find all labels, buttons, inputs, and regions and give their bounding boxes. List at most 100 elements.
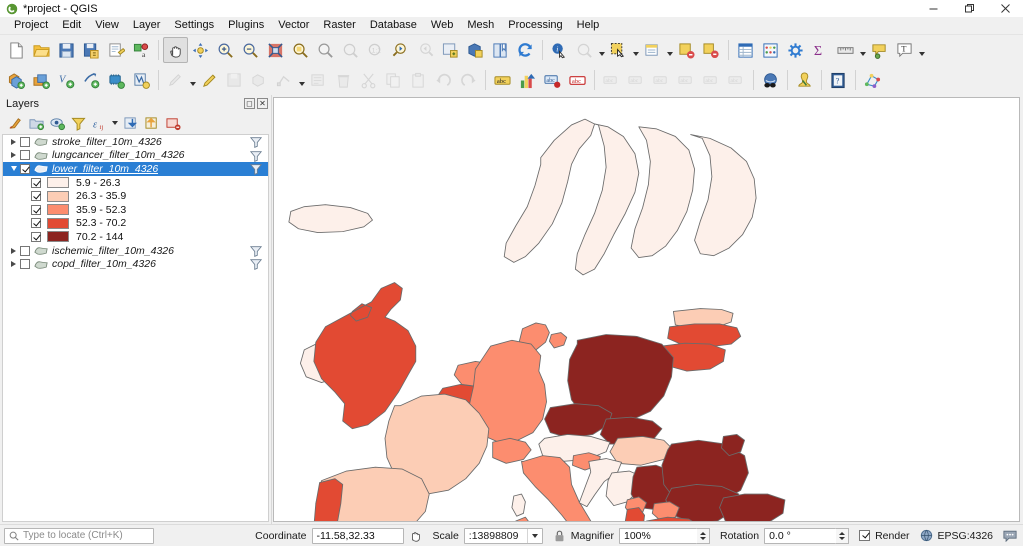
symbology-class-checkbox[interactable] [31,177,41,188]
deselect-features-icon[interactable] [674,37,699,63]
layer-row-ischemic_filter_10m_4326[interactable]: ischemic_filter_10m_4326 [3,244,268,258]
add-wms-layer-icon[interactable] [129,67,154,93]
new-3d-map-view-icon[interactable] [463,37,488,63]
layer-visibility-checkbox[interactable] [20,136,30,147]
rotation-value[interactable]: 0.0 ° [764,527,837,544]
zoom-previous-icon[interactable] [388,37,413,63]
vertex-tool-icon[interactable] [272,67,297,93]
symbology-class-row[interactable]: 35.9 - 52.3 [3,203,268,217]
label-properties-icon[interactable]: abc [699,67,724,93]
toggle-editing-icon[interactable] [197,67,222,93]
add-vector-layer-icon[interactable] [4,67,29,93]
layer-row-stroke_filter_10m_4326[interactable]: stroke_filter_10m_4326 [3,135,268,149]
layer-filter-icon[interactable] [250,258,262,271]
statistical-summary-icon[interactable]: Σ [808,37,833,63]
field-calculator-icon[interactable] [758,37,783,63]
copy-features-icon[interactable] [381,67,406,93]
modify-attributes-icon[interactable] [306,67,331,93]
remove-layer-icon[interactable] [163,113,183,133]
layer-expander-icon[interactable] [7,258,20,271]
menu-vector[interactable]: Vector [271,17,316,34]
expand-all-icon[interactable] [121,113,141,133]
menu-layer[interactable]: Layer [126,17,168,34]
map-canvas[interactable] [273,97,1020,522]
symbology-class-row[interactable]: 5.9 - 26.3 [3,176,268,190]
show-hide-labels-icon[interactable]: abc [599,67,624,93]
layer-row-lungcancer_filter_10m_4326[interactable]: lungcancer_filter_10m_4326 [3,149,268,163]
layer-filter-icon[interactable] [250,136,262,148]
deselect-all-icon[interactable] [699,37,724,63]
measure-line-icon[interactable] [572,37,597,63]
refresh-icon[interactable] [513,37,538,63]
messages-group[interactable] [1003,529,1017,542]
coordinate-value[interactable]: -11.58,32.33 [311,527,404,544]
symbology-class-row[interactable]: 52.3 - 70.2 [3,217,268,231]
render-checkbox[interactable] [859,530,871,541]
menu-mesh[interactable]: Mesh [460,17,501,34]
pin-labels-icon[interactable]: abc [565,67,590,93]
measure-icon[interactable] [833,37,858,63]
rotation-stepper[interactable] [836,527,850,544]
processing-toolbox-icon[interactable] [783,37,808,63]
zoom-to-layer-icon[interactable] [313,37,338,63]
layer-visibility-checkbox[interactable] [20,163,30,174]
layer-row-lower_filter_10m_4326[interactable]: lower_filter_10m_4326 [3,162,268,176]
menu-edit[interactable]: Edit [55,17,88,34]
add-delimited-text-icon[interactable]: V [54,67,79,93]
layer-filter-icon[interactable] [250,163,262,176]
save-layer-edits-icon[interactable] [222,67,247,93]
identify-features-icon[interactable]: i [547,37,572,63]
add-spatialite-layer-icon[interactable] [104,67,129,93]
georeferencer-icon[interactable] [860,67,885,93]
layer-row-copd_filter_10m_4326[interactable]: copd_filter_10m_4326 [3,257,268,271]
symbology-class-checkbox[interactable] [31,204,41,215]
symbology-class-row[interactable]: 26.3 - 35.9 [3,189,268,203]
select-by-value-icon[interactable] [640,37,665,63]
magnifier-stepper[interactable] [696,527,710,544]
layer-visibility-checkbox[interactable] [20,259,30,270]
undock-panel-icon[interactable]: ◻ [244,98,255,109]
restore-button[interactable] [951,0,987,17]
magnifier-value[interactable]: 100% [618,527,697,544]
menu-settings[interactable]: Settings [167,17,221,34]
pan-to-selection-icon[interactable] [188,37,213,63]
menu-project[interactable]: Project [7,17,55,34]
layer-tree[interactable]: stroke_filter_10m_4326 lungcancer_filter_… [2,134,269,522]
menu-database[interactable]: Database [363,17,424,34]
open-layer-styling-panel-icon[interactable] [5,113,25,133]
add-postgis-layer-icon[interactable] [79,67,104,93]
new-bookmark-icon[interactable] [488,37,513,63]
delete-selected-icon[interactable] [331,67,356,93]
symbology-class-checkbox[interactable] [31,231,41,242]
expression-dropdown-caret-icon[interactable] [110,113,120,133]
zoom-last-icon[interactable]: 1:1 [363,37,388,63]
symbology-class-checkbox[interactable] [31,218,41,229]
select-features-icon[interactable] [606,37,631,63]
add-raster-layer-icon[interactable] [29,67,54,93]
layer-visibility-checkbox[interactable] [20,150,30,161]
zoom-in-icon[interactable] [213,37,238,63]
manage-map-themes-icon[interactable] [47,113,67,133]
plugin-manager-icon[interactable] [792,67,817,93]
new-print-layout-icon[interactable] [104,37,129,63]
chevron-down-icon[interactable] [526,528,542,543]
menu-plugins[interactable]: Plugins [221,17,271,34]
add-feature-icon[interactable] [247,67,272,93]
pan-map-icon[interactable] [163,37,188,63]
diagram-layer-icon[interactable] [515,67,540,93]
layer-expander-icon[interactable] [7,135,20,148]
zoom-out-icon[interactable] [238,37,263,63]
messages-icon[interactable] [1003,529,1017,542]
open-project-icon[interactable] [29,37,54,63]
layer-filter-icon[interactable] [250,245,262,257]
coordinate-capture-icon[interactable] [409,529,423,543]
new-map-view-icon[interactable] [438,37,463,63]
zoom-next-icon[interactable] [413,37,438,63]
symbology-class-checkbox[interactable] [31,191,41,202]
scale-combo[interactable]: :13898809 [463,527,543,544]
zoom-full-icon[interactable] [263,37,288,63]
layer-expander-icon[interactable] [7,162,20,175]
symbology-class-row[interactable]: 70.2 - 144 [3,230,268,244]
save-project-icon[interactable] [54,37,79,63]
current-edits-icon[interactable] [163,67,188,93]
